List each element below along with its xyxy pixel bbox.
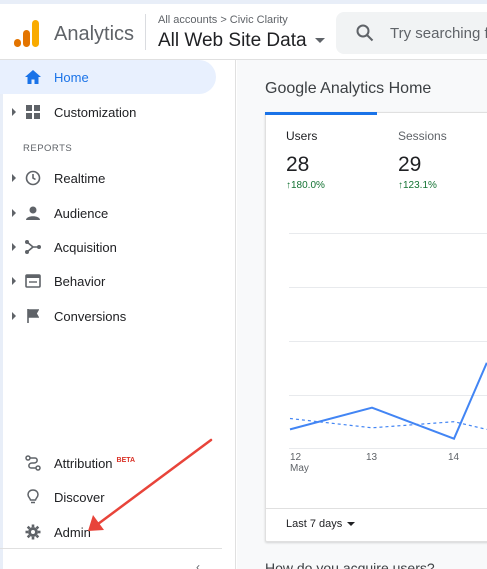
app-name: Analytics xyxy=(54,23,135,45)
section-title: How do you acquire users? xyxy=(265,560,435,569)
x-tick-label: 13 xyxy=(366,452,378,463)
expand-arrow-icon[interactable] xyxy=(12,312,16,320)
expand-arrow-icon[interactable] xyxy=(12,243,16,251)
x-tick-label: 14 xyxy=(448,452,460,463)
breadcrumb-account[interactable]: Civic Clarity xyxy=(230,14,288,26)
date-range-selector[interactable]: Last 7 days xyxy=(286,518,356,530)
tab-sessions[interactable]: Sessions xyxy=(398,129,447,143)
breadcrumb[interactable]: All accounts > Civic Clarity xyxy=(158,14,288,26)
expand-arrow-icon[interactable] xyxy=(12,277,16,285)
property-name: All Web Site Data xyxy=(158,30,307,51)
sidebar-item-label: Audience xyxy=(54,205,109,221)
x-tick-label: 12 xyxy=(290,452,302,463)
person-icon xyxy=(24,204,42,222)
attribution-icon xyxy=(24,454,42,472)
sidebar-item-label: Behavior xyxy=(54,273,106,289)
sidebar-item-audience[interactable]: Audience xyxy=(0,196,216,230)
breadcrumb-root[interactable]: All accounts xyxy=(158,14,217,26)
sidebar-divider xyxy=(0,548,222,549)
sidebar-item-label: Admin xyxy=(54,524,91,540)
chart-series-dashed xyxy=(289,417,487,430)
acquisition-branch-icon xyxy=(24,238,42,256)
reports-heading: REPORTS xyxy=(23,143,73,154)
sidebar-item-label: Home xyxy=(54,69,89,85)
breadcrumb-separator: > xyxy=(220,14,227,26)
tab-users[interactable]: Users xyxy=(286,129,317,143)
expand-arrow-icon[interactable] xyxy=(12,174,16,182)
selected-tab-indicator xyxy=(265,112,377,115)
sidebar-item-realtime[interactable]: Realtime xyxy=(0,161,216,195)
expand-arrow-icon[interactable] xyxy=(12,209,16,217)
caret-down-icon xyxy=(314,38,325,44)
users-value: 28 xyxy=(286,153,310,176)
sessions-value: 29 xyxy=(398,153,422,176)
chart-gridline xyxy=(289,341,487,342)
search-icon xyxy=(356,24,374,42)
sidebar-item-label: Attribution BETA xyxy=(54,456,135,471)
sidebar-item-conversions[interactable]: Conversions xyxy=(0,299,216,333)
card-divider xyxy=(266,508,487,509)
dashboard-grid-icon xyxy=(24,103,42,121)
sidebar-item-attribution[interactable]: Attribution BETA xyxy=(0,446,216,480)
caret-down-icon xyxy=(347,522,356,527)
beta-badge: BETA xyxy=(116,457,136,465)
property-selector[interactable]: All Web Site Data xyxy=(158,30,325,52)
analytics-logo-icon[interactable] xyxy=(14,20,40,48)
search-box[interactable]: Try searching for xyxy=(336,12,487,54)
x-tick-label: May xyxy=(290,463,309,474)
attribution-label: Attribution xyxy=(54,455,113,471)
sidebar-item-admin[interactable]: Admin xyxy=(0,515,216,549)
sessions-change: ↑123.1% xyxy=(398,180,437,191)
expand-arrow-icon[interactable] xyxy=(12,108,16,116)
home-icon xyxy=(24,68,42,86)
sidebar-item-acquisition[interactable]: Acquisition xyxy=(0,230,216,264)
date-range-label: Last 7 days xyxy=(286,518,343,530)
sidebar-item-label: Discover xyxy=(54,489,105,505)
users-change: ↑180.0% xyxy=(286,180,325,191)
sidebar-item-behavior[interactable]: Behavior xyxy=(0,264,216,298)
sidebar-item-discover[interactable]: Discover xyxy=(0,480,216,514)
chart-series-solid xyxy=(289,362,487,440)
chart-gridline xyxy=(289,287,487,288)
app-header: Analytics All accounts > Civic Clarity All… xyxy=(0,4,487,60)
sidebar-item-label: Realtime xyxy=(54,170,106,186)
sidebar-item-home[interactable]: Home xyxy=(0,60,216,94)
sidebar-item-label: Customization xyxy=(54,104,137,120)
users-change-value: 180.0% xyxy=(291,180,325,191)
gear-icon xyxy=(24,523,42,541)
sidebar-item-customization[interactable]: Customization xyxy=(0,95,216,129)
page-title: Google Analytics Home xyxy=(265,80,432,97)
behavior-window-icon xyxy=(24,272,42,290)
search-placeholder: Try searching for xyxy=(390,25,487,42)
sessions-change-value: 123.1% xyxy=(403,180,437,191)
sidebar-item-label: Acquisition xyxy=(54,239,117,255)
sidebar-item-label: Conversions xyxy=(54,308,127,324)
header-divider xyxy=(145,14,146,50)
users-line-chart xyxy=(289,362,487,440)
collapse-chevron-icon[interactable]: ‹ xyxy=(196,560,200,569)
chart-gridline xyxy=(289,233,487,234)
clock-icon xyxy=(24,169,42,187)
flag-icon xyxy=(24,307,42,325)
lightbulb-icon xyxy=(24,488,42,506)
